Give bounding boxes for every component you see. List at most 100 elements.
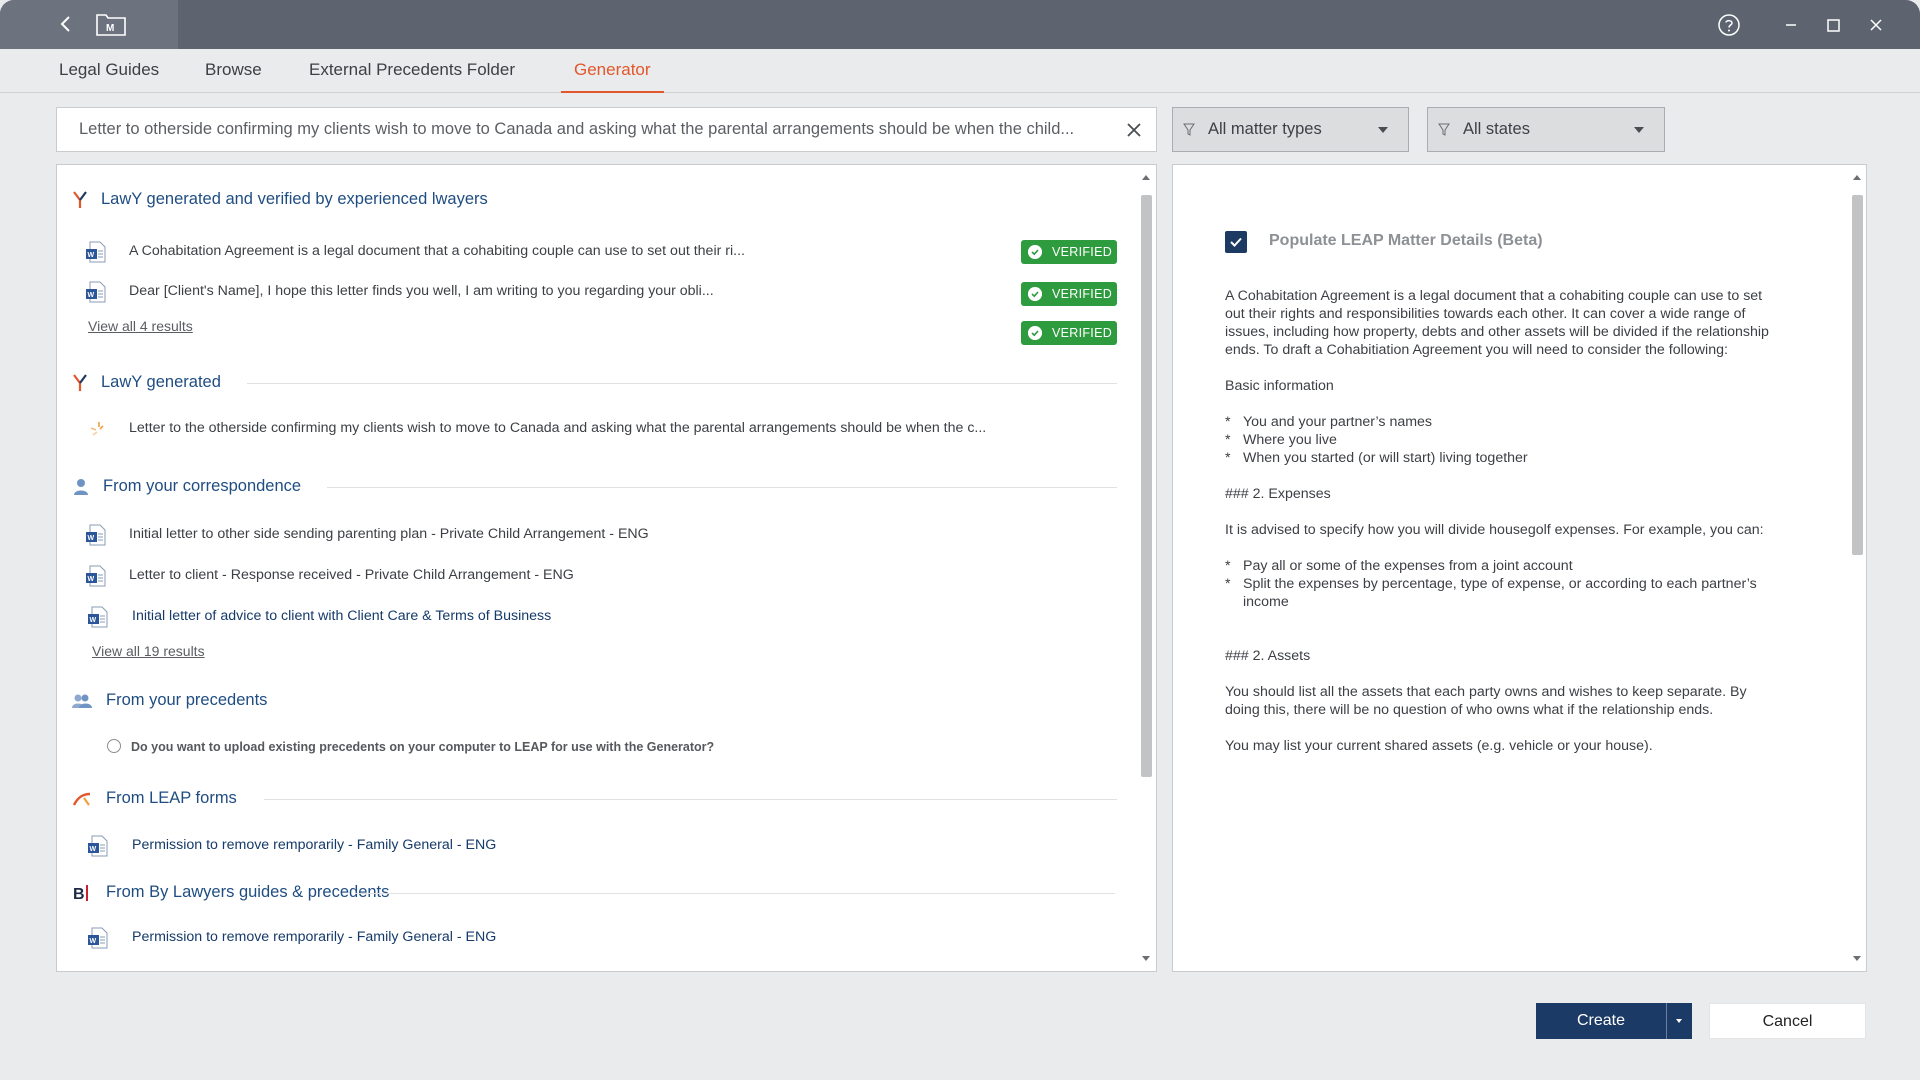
- divider: [247, 383, 1117, 384]
- loading-spinner-icon: [90, 422, 104, 436]
- matter-type-dropdown[interactable]: All matter types: [1172, 107, 1409, 152]
- svg-text:W: W: [88, 252, 95, 259]
- populate-matter-checkbox[interactable]: [1225, 231, 1247, 253]
- help-icon[interactable]: [1716, 12, 1742, 38]
- window-titlebar: M: [0, 0, 1920, 49]
- tab-bar: Legal Guides Browse External Precedents …: [0, 49, 1920, 93]
- section-generated-title: LawY generated: [101, 373, 221, 391]
- upload-precedents-radio[interactable]: [107, 739, 121, 753]
- list-item[interactable]: Letter to the otherside confirming my cl…: [57, 416, 1117, 442]
- section-precedents-header: From your precedents: [57, 689, 1117, 713]
- list-item-text: Permission to remove remporarily - Famil…: [132, 837, 497, 853]
- tab-generator[interactable]: Generator: [561, 49, 664, 93]
- preview-content: A Cohabitation Agreement is a legal docu…: [1225, 287, 1785, 773]
- create-button[interactable]: Create: [1536, 1003, 1666, 1039]
- list-item-text: Dear [Client's Name], I hope this letter…: [129, 283, 714, 299]
- list-item[interactable]: W Letter to client - Response received -…: [57, 563, 1117, 589]
- svg-text:M: M: [106, 23, 114, 34]
- divider: [264, 799, 1117, 800]
- cancel-button[interactable]: Cancel: [1709, 1003, 1866, 1039]
- preview-basic-heading: Basic information: [1225, 378, 1334, 394]
- word-document-icon: W: [86, 524, 106, 546]
- preview-scrollbar[interactable]: [1848, 165, 1866, 971]
- tab-browse[interactable]: Browse: [205, 49, 262, 93]
- state-dropdown[interactable]: All states: [1427, 107, 1665, 152]
- results-scrollbar[interactable]: [1137, 165, 1155, 971]
- list-item[interactable]: W A Cohabitation Agreement is a legal do…: [57, 239, 1117, 265]
- search-query-text[interactable]: Letter to otherside confirming my client…: [79, 120, 1109, 139]
- list-item-text: Initial letter to other side sending par…: [129, 526, 649, 542]
- list-item[interactable]: W Permission to remove remporarily - Fam…: [57, 833, 1117, 859]
- preview-assets-text-2: You may list your current shared assets …: [1225, 738, 1653, 754]
- matter-folder-icon[interactable]: M: [95, 11, 127, 37]
- results-panel: LawY generated and verified by experienc…: [56, 164, 1157, 972]
- list-item-text: Initial letter of advice to client with …: [132, 608, 552, 624]
- preview-panel: Populate LEAP Matter Details (Beta) A Co…: [1172, 164, 1867, 972]
- preview-assets-text: You should list all the assets that each…: [1225, 684, 1747, 718]
- view-all-verified-link[interactable]: View all 4 results: [88, 318, 193, 334]
- upload-precedents-question: Do you want to upload existing precedent…: [131, 740, 715, 754]
- populate-matter-label: Populate LEAP Matter Details (Beta): [1269, 232, 1543, 249]
- search-input[interactable]: Letter to otherside confirming my client…: [56, 107, 1157, 152]
- section-generated-header: LawY generated: [57, 371, 1117, 395]
- section-bylawyers-header: B From By Lawyers guides & precedents: [57, 881, 1117, 905]
- scrollbar-thumb[interactable]: [1852, 195, 1863, 555]
- list-item[interactable]: W Permission to remove remporarily - Fam…: [57, 925, 1117, 951]
- svg-text:W: W: [88, 292, 95, 299]
- scroll-down-arrow[interactable]: [1142, 956, 1150, 961]
- leap-logo-icon: [73, 792, 91, 806]
- scroll-up-arrow[interactable]: [1853, 175, 1861, 180]
- svg-text:W: W: [90, 617, 97, 624]
- list-item[interactable]: W Dear [Client's Name], I hope this lett…: [57, 279, 1117, 305]
- list-item[interactable]: W Initial letter to other side sending p…: [57, 522, 1117, 548]
- list-item-text: A Cohabitation Agreement is a legal docu…: [129, 243, 745, 259]
- section-leap-forms-title: From LEAP forms: [106, 789, 237, 807]
- minimize-icon[interactable]: [1778, 12, 1804, 38]
- person-icon: [74, 479, 88, 495]
- svg-text:W: W: [90, 938, 97, 945]
- verified-badge-text: VERIFIED: [1052, 287, 1113, 301]
- bullet-item: * Where you live: [1225, 432, 1337, 448]
- check-circle-icon: [1028, 245, 1042, 259]
- section-bylawyers-title: From By Lawyers guides & precedents: [106, 883, 390, 901]
- create-options-dropdown-button[interactable]: [1666, 1003, 1692, 1039]
- verified-badge-text: VERIFIED: [1052, 245, 1113, 259]
- back-arrow-icon[interactable]: [54, 12, 78, 36]
- svg-text:W: W: [88, 576, 95, 583]
- preview-assets-heading: ### 2. Assets: [1225, 648, 1311, 664]
- word-document-icon: W: [86, 241, 106, 263]
- chevron-down-icon: [1378, 127, 1388, 133]
- tab-external-precedents-folder[interactable]: External Precedents Folder: [309, 49, 515, 93]
- tab-legal-guides[interactable]: Legal Guides: [59, 49, 159, 93]
- list-item-text: Letter to client - Response received - P…: [129, 567, 574, 583]
- bullet-item: * When you started (or will start) living…: [1225, 450, 1528, 466]
- divider: [355, 893, 1115, 894]
- lawy-logo-icon: [73, 191, 87, 208]
- checkmark-icon: [1230, 237, 1242, 247]
- view-all-correspondence-link[interactable]: View all 19 results: [92, 643, 205, 659]
- svg-text:B: B: [73, 886, 85, 903]
- bylawyers-logo-icon: B: [73, 885, 88, 903]
- scrollbar-thumb[interactable]: [1141, 195, 1152, 777]
- titlebar-nav-area: M: [0, 0, 178, 49]
- bullet-item: * You and your partner’s names: [1225, 414, 1433, 430]
- divider: [327, 487, 1117, 488]
- preview-expenses-heading: ### 2. Expenses: [1225, 486, 1331, 502]
- section-verified-header: LawY generated and verified by experienc…: [57, 188, 1117, 212]
- verified-badge: VERIFIED: [1021, 240, 1117, 264]
- section-verified-title: LawY generated and verified by experienc…: [101, 190, 488, 208]
- list-item[interactable]: W Initial letter of advice to client wit…: [57, 604, 1117, 630]
- preview-intro: A Cohabitation Agreement is a legal docu…: [1225, 288, 1769, 358]
- clear-search-icon[interactable]: [1124, 120, 1144, 140]
- maximize-icon[interactable]: [1820, 12, 1846, 38]
- section-correspondence-title: From your correspondence: [103, 477, 302, 495]
- verified-badge: VERIFIED: [1021, 321, 1117, 345]
- word-document-icon: W: [88, 606, 108, 628]
- word-document-icon: W: [88, 835, 108, 857]
- section-leap-forms-header: From LEAP forms: [57, 787, 1117, 811]
- scroll-down-arrow[interactable]: [1853, 956, 1861, 961]
- close-window-icon[interactable]: [1863, 12, 1889, 38]
- lawy-logo-icon: [73, 374, 87, 391]
- scroll-up-arrow[interactable]: [1142, 175, 1150, 180]
- people-icon: [72, 694, 92, 708]
